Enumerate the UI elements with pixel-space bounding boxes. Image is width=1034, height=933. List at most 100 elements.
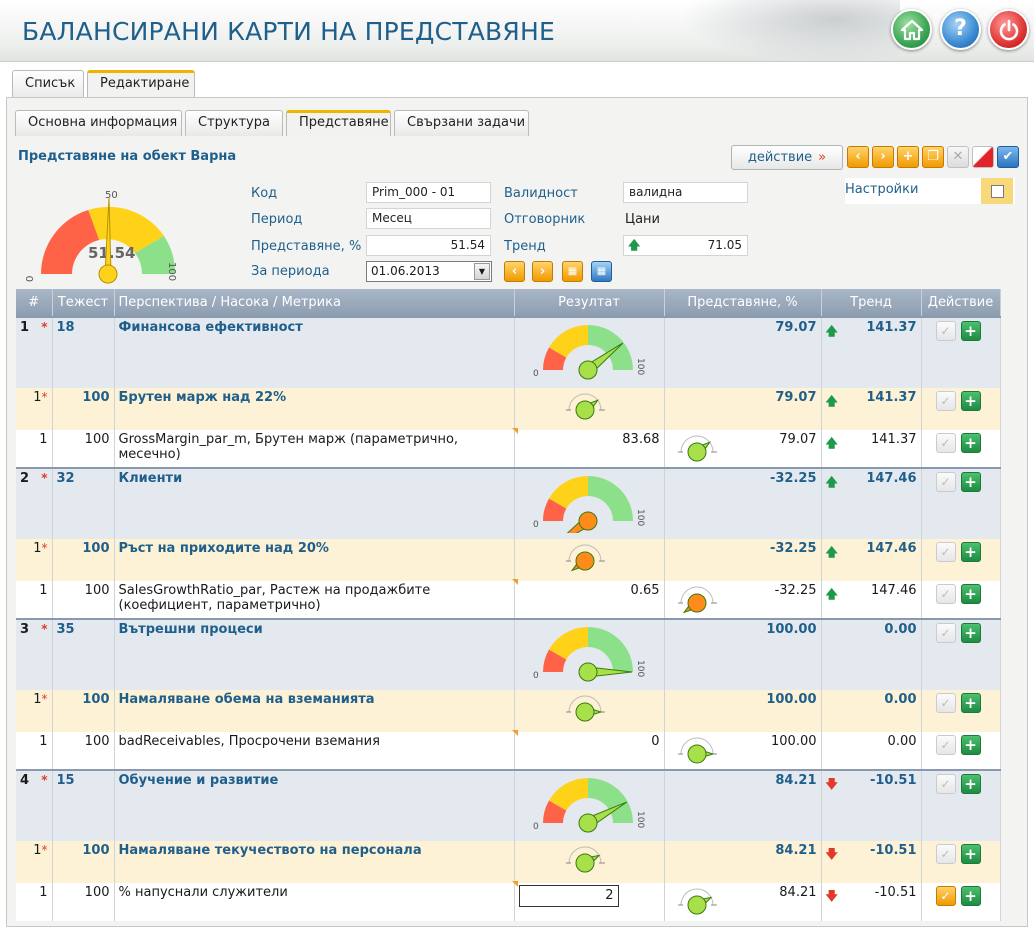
trend-value: 141.37 — [866, 320, 917, 335]
weight-value: 100 — [82, 390, 110, 405]
perspective-row[interactable]: 4 * 15 Обучение и развитие 0 100 84.21 🡇 -10.51 ✓… — [16, 769, 1001, 841]
metric-row[interactable]: 1 100 GrossMargin_par_m, Брутен марж (пара… — [16, 428, 1001, 468]
tab-list[interactable]: Списък — [12, 70, 84, 98]
arrow-up-icon: 🡅 — [825, 324, 838, 338]
approve-button[interactable]: ✓ — [935, 321, 956, 341]
tab-edit[interactable]: Редактиране — [87, 70, 195, 98]
scorecard-table: # Тежест Перспектива / Насока / Метрика … — [16, 289, 1001, 921]
add-child-button[interactable]: + — [960, 774, 981, 794]
col-header-action[interactable]: Действие — [921, 289, 1001, 317]
perspective-row[interactable]: 1 * 18 Финансова ефективност 0 100 79.07 🡅 141.3… — [16, 316, 1001, 388]
gauge-hub — [578, 360, 598, 380]
name-cell[interactable]: badReceivables, Просрочени вземания — [114, 730, 517, 770]
prev-record-button[interactable]: ‹ — [847, 146, 869, 168]
approve-button[interactable]: ✓ — [935, 472, 956, 492]
name-cell[interactable]: % напуснали служители — [114, 881, 517, 921]
objective-row[interactable]: 1 * 100 Намаляване текучеството на персонал… — [16, 841, 1001, 883]
add-child-button[interactable]: + — [960, 693, 981, 713]
approve-button[interactable]: ✓ — [935, 391, 956, 411]
approve-button[interactable]: ✓ — [935, 584, 956, 604]
for-period-select[interactable]: 01.06.2013 ▼ — [366, 261, 492, 282]
performance-value: 100.00 — [771, 734, 817, 749]
help-button[interactable]: ? — [940, 9, 981, 50]
approve-button[interactable]: ✓ — [935, 693, 956, 713]
approve-button[interactable]: ✓ — [935, 433, 956, 453]
copy-record-button[interactable]: ❐ — [922, 146, 944, 168]
perspective-row[interactable]: 3 * 35 Вътрешни процеси 0 100 100.00 0.00 ✓ + — [16, 618, 1001, 690]
add-child-button[interactable]: + — [960, 321, 981, 341]
add-child-button[interactable]: + — [960, 886, 981, 906]
cancel-button[interactable] — [972, 146, 994, 168]
result-gauge: 0 100 — [533, 627, 645, 682]
next-period-button[interactable]: › — [532, 261, 553, 282]
home-icon — [900, 19, 923, 41]
col-header-weight[interactable]: Тежест — [52, 289, 115, 317]
result-cell: 0 100 — [514, 467, 665, 548]
result-input[interactable]: 2 — [518, 885, 619, 907]
approve-button[interactable]: ✓ — [935, 774, 956, 794]
name-cell[interactable]: Клиенти — [114, 467, 515, 539]
name-cell[interactable]: Ръст на приходите над 20% — [114, 539, 515, 581]
validity-field[interactable]: валидна — [623, 182, 748, 203]
mini-gauge — [677, 586, 717, 614]
row-number-cell: 1 * — [16, 316, 53, 388]
objective-name: Ръст на приходите над 20% — [118, 541, 329, 556]
add-child-button[interactable]: + — [960, 844, 981, 864]
objective-row[interactable]: 1 * 100 Брутен марж над 22% 79.07 🡅 141.37 ✓ + — [16, 388, 1001, 430]
approve-button[interactable]: ✓ — [935, 886, 956, 906]
home-button[interactable] — [891, 9, 932, 50]
name-cell[interactable]: Намаляване обема на вземанията — [114, 690, 515, 732]
weight-cell: 100 — [52, 690, 115, 732]
delete-record-button[interactable]: ✕ — [947, 146, 969, 168]
metric-row[interactable]: 1 100 SalesGrowthRatio_par, Растеж на прод… — [16, 579, 1001, 619]
settings-checkbox[interactable] — [991, 185, 1004, 198]
approve-button[interactable]: ✓ — [935, 623, 956, 643]
save-button[interactable]: ✔ — [997, 146, 1019, 168]
add-child-button[interactable]: + — [960, 735, 981, 755]
tab-related-tasks[interactable]: Свързани задачи — [394, 110, 529, 136]
col-header-trend[interactable]: Тренд — [821, 289, 922, 317]
performance-field[interactable]: 51.54 — [366, 235, 491, 256]
approve-button[interactable]: ✓ — [935, 844, 956, 864]
gauge-hub — [687, 442, 706, 462]
arrow-up-icon: 🡅 — [825, 545, 838, 559]
add-child-button[interactable]: + — [960, 584, 981, 604]
calculator-button[interactable]: ▦ — [591, 261, 612, 282]
add-record-button[interactable]: + — [897, 146, 919, 168]
name-cell[interactable]: Намаляване текучеството на персонала — [114, 841, 515, 883]
approve-button[interactable]: ✓ — [935, 735, 956, 755]
col-header-num[interactable]: # — [16, 289, 53, 317]
name-cell[interactable]: Вътрешни процеси — [114, 618, 515, 690]
row-number-cell: 1 — [16, 883, 53, 921]
col-header-performance[interactable]: Представяне, % — [664, 289, 822, 317]
prev-period-button[interactable]: ‹ — [504, 261, 525, 282]
objective-row[interactable]: 1 * 100 Намаляване обема на вземанията 100.0… — [16, 690, 1001, 732]
name-cell[interactable]: SalesGrowthRatio_par, Растеж на продажби… — [114, 579, 517, 619]
name-cell[interactable]: Финансова ефективност — [114, 316, 515, 388]
col-header-name[interactable]: Перспектива / Насока / Метрика — [114, 289, 515, 317]
tab-structure[interactable]: Структура — [185, 110, 283, 136]
objective-row[interactable]: 1 * 100 Ръст на приходите над 20% -32.25 🡅 147… — [16, 539, 1001, 581]
tab-performance[interactable]: Представяне — [286, 110, 391, 136]
add-child-button[interactable]: + — [960, 472, 981, 492]
perspective-row[interactable]: 2 * 32 Клиенти 0 100 -32.25 🡅 147.46 ✓ + — [16, 467, 1001, 548]
logout-button[interactable] — [988, 9, 1029, 50]
next-record-button[interactable]: › — [872, 146, 894, 168]
add-child-button[interactable]: + — [960, 623, 981, 643]
add-child-button[interactable]: + — [960, 433, 981, 453]
col-header-result[interactable]: Резултат — [514, 289, 665, 317]
name-cell[interactable]: Брутен марж над 22% — [114, 388, 515, 430]
metric-row[interactable]: 1 100% напуснали служители 2 84.21 🡇 -10.51 ✓ + — [16, 881, 1001, 921]
name-cell[interactable]: Обучение и развитие — [114, 769, 515, 841]
add-child-button[interactable]: + — [960, 542, 981, 562]
period-field[interactable]: Месец — [366, 208, 491, 229]
name-cell[interactable]: GrossMargin_par_m, Брутен марж (параметр… — [114, 428, 517, 468]
action-dropdown-button[interactable]: действие » — [731, 145, 843, 170]
code-field[interactable]: Prim_000 - 01 — [366, 182, 491, 203]
metric-name: SalesGrowthRatio_par, Растеж на продажби… — [118, 583, 431, 613]
calendar-button[interactable]: ▦ — [562, 261, 583, 282]
metric-row[interactable]: 1 100 badReceivables, Просрочени вземания 0… — [16, 730, 1001, 770]
tab-basic-info[interactable]: Основна информация — [15, 110, 182, 136]
add-child-button[interactable]: + — [960, 391, 981, 411]
approve-button[interactable]: ✓ — [935, 542, 956, 562]
